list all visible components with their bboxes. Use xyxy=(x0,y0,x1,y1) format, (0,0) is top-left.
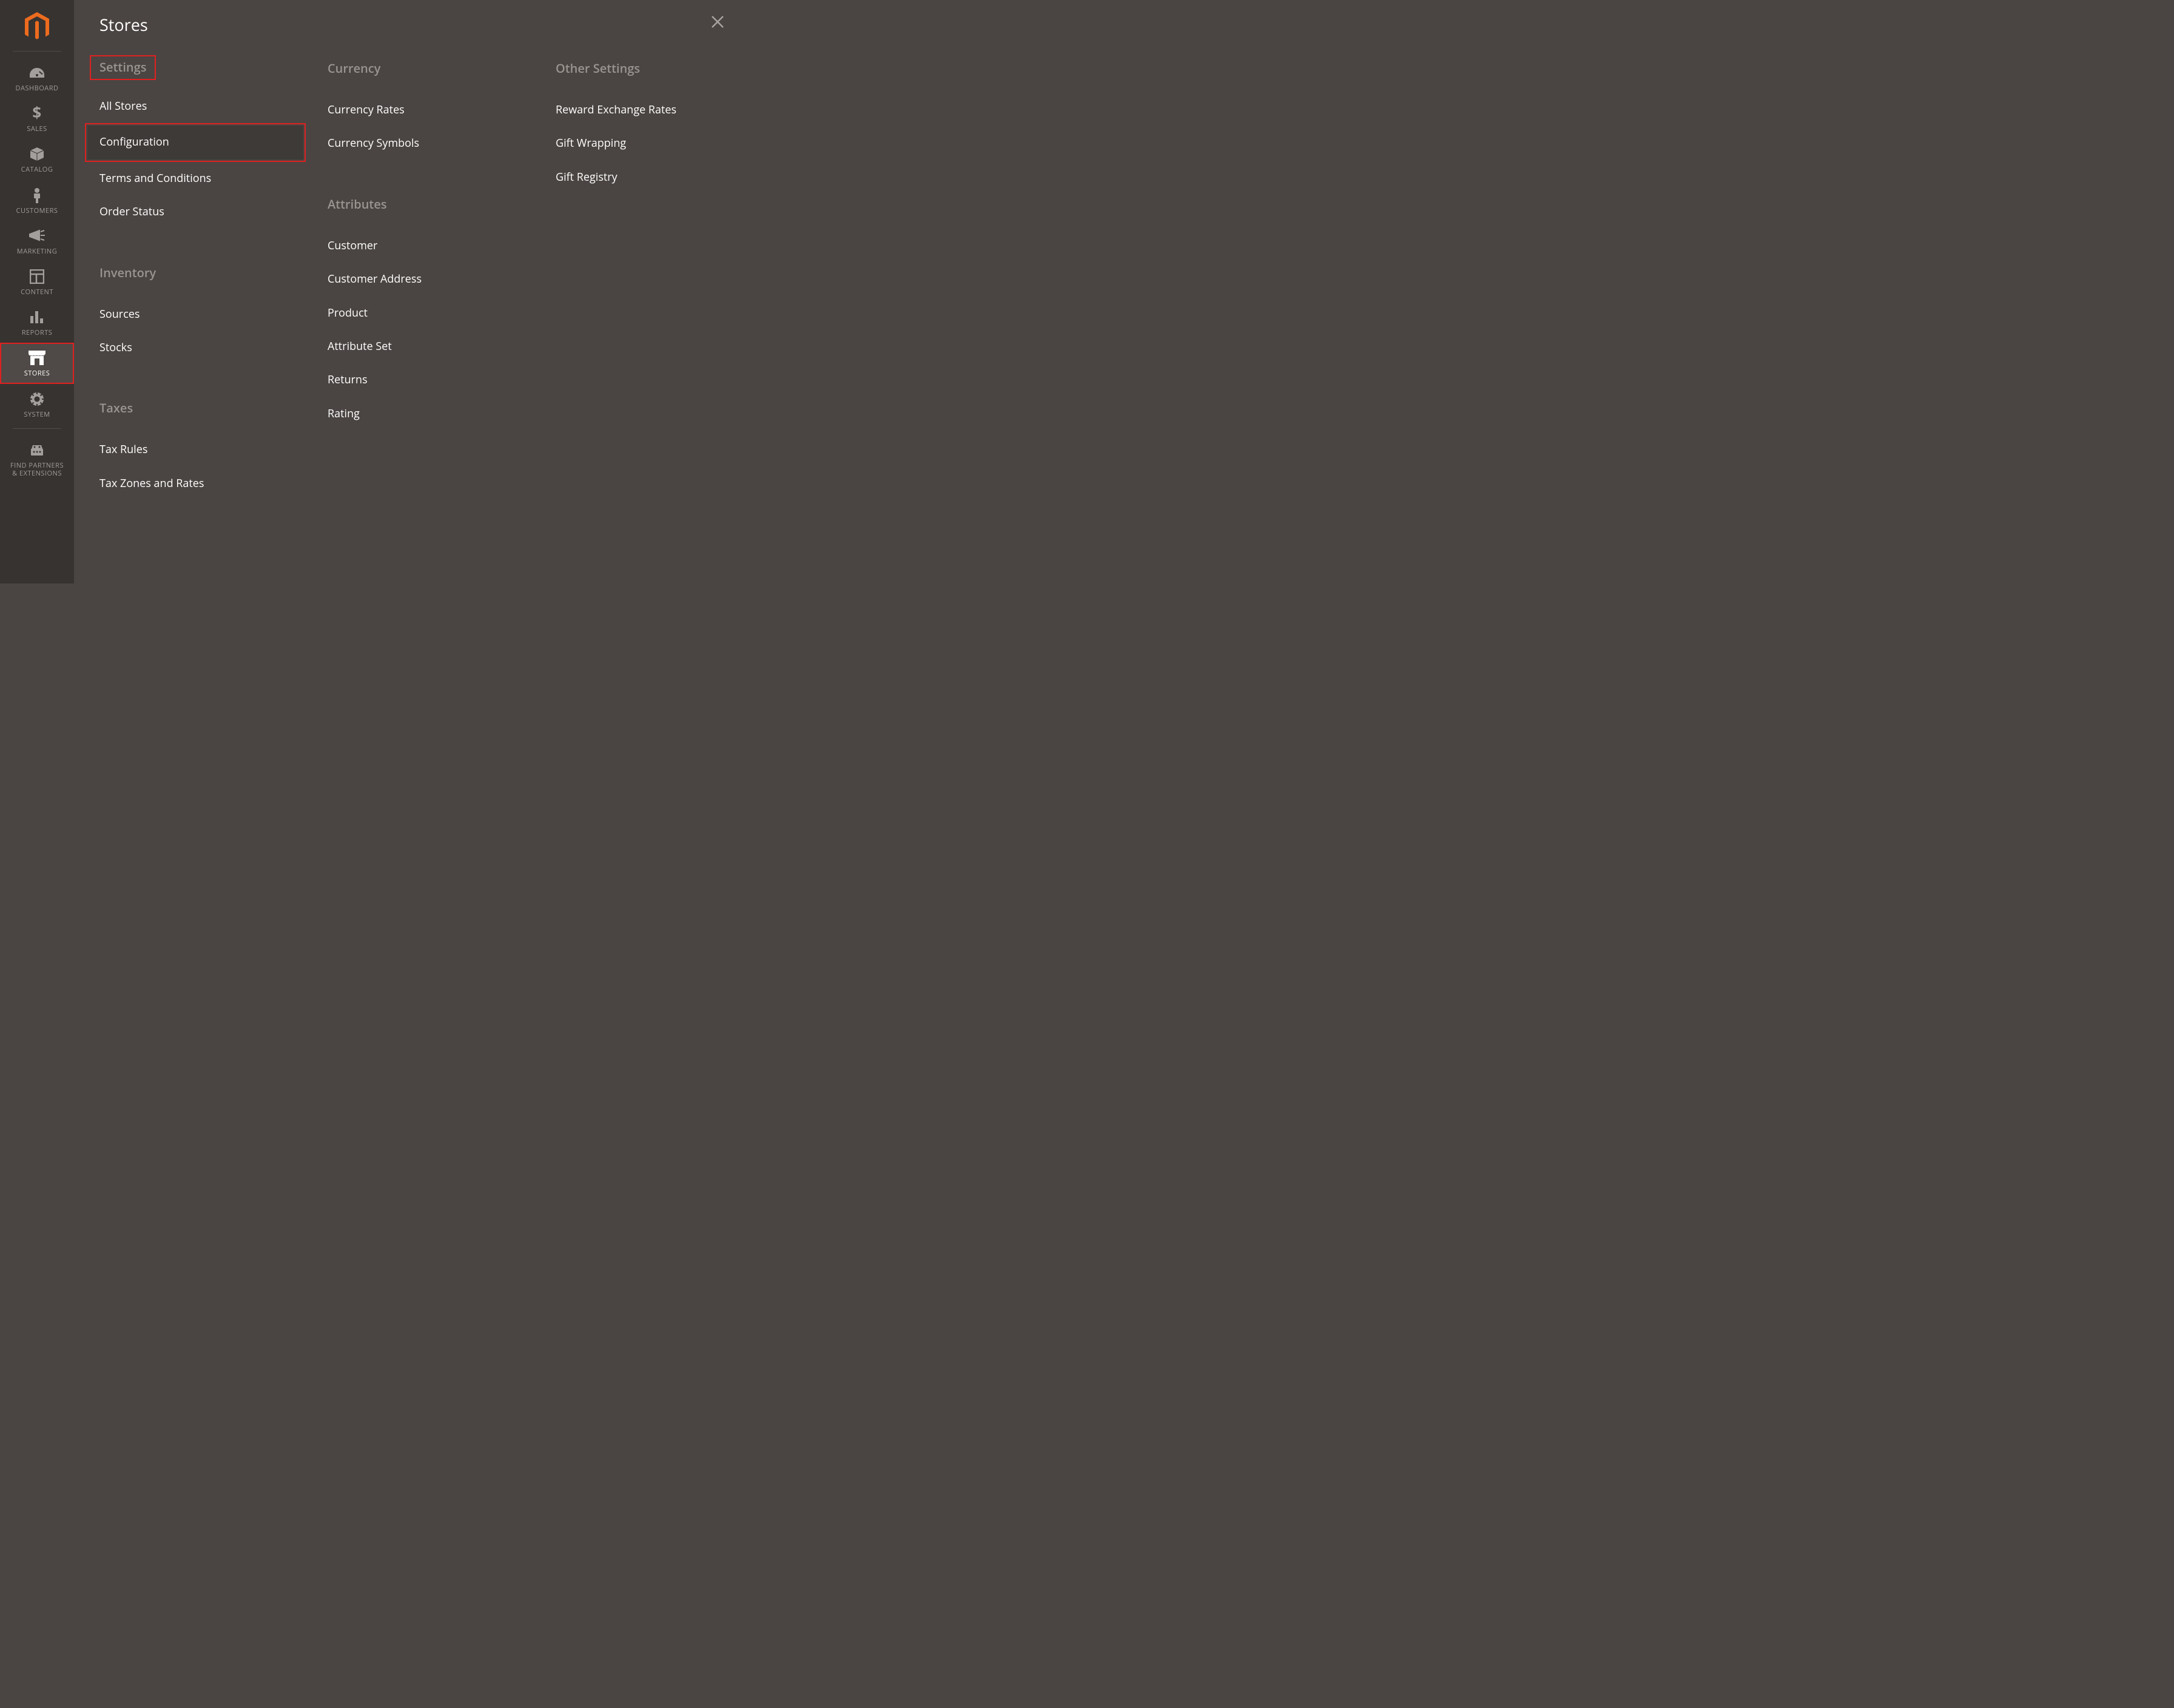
menu-gift-wrapping[interactable]: Gift Wrapping xyxy=(556,127,720,160)
nav-label: REPORTS xyxy=(22,329,52,337)
close-button[interactable] xyxy=(710,15,727,32)
nav-label: STORES xyxy=(24,369,50,377)
nav-customers[interactable]: CUSTOMERS xyxy=(0,180,74,221)
nav-label: CATALOG xyxy=(21,166,53,173)
group-title-taxes: Taxes xyxy=(99,400,328,416)
menu-attr-customer-address[interactable]: Customer Address xyxy=(328,263,556,296)
nav-label: DASHBOARD xyxy=(16,84,59,92)
nav-dashboard[interactable]: DASHBOARD xyxy=(0,58,74,98)
nav-stores[interactable]: STORES xyxy=(0,343,74,383)
sidebar-divider xyxy=(13,51,61,52)
group-title-currency: Currency xyxy=(328,60,556,76)
menu-stocks[interactable]: Stocks xyxy=(99,331,328,365)
nav-label: CUSTOMERS xyxy=(16,207,58,215)
menu-gift-registry[interactable]: Gift Registry xyxy=(556,161,720,194)
content-icon xyxy=(28,269,46,284)
admin-sidebar: DASHBOARD $ SALES CATALOG CUSTOMERS MARK… xyxy=(0,0,74,583)
nav-label: MARKETING xyxy=(17,247,57,255)
nav-system[interactable]: SYSTEM xyxy=(0,384,74,425)
menu-attr-returns[interactable]: Returns xyxy=(328,363,556,397)
sales-icon: $ xyxy=(28,106,46,121)
menu-currency-rates[interactable]: Currency Rates xyxy=(328,93,556,127)
svg-text:$: $ xyxy=(32,105,41,122)
group-title-other: Other Settings xyxy=(556,60,720,76)
flyout-columns: Settings All Stores Configuration Terms … xyxy=(99,58,720,500)
menu-tax-rules[interactable]: Tax Rules xyxy=(99,433,328,466)
flyout-col-2: Currency Currency Rates Currency Symbols… xyxy=(328,58,556,500)
menu-sources[interactable]: Sources xyxy=(99,298,328,331)
flyout-col-3: Other Settings Reward Exchange Rates Gif… xyxy=(556,58,720,500)
menu-terms-conditions[interactable]: Terms and Conditions xyxy=(99,162,328,195)
menu-attr-attribute-set[interactable]: Attribute Set xyxy=(328,330,556,363)
nav-label: FIND PARTNERS & EXTENSIONS xyxy=(10,462,64,477)
menu-attr-rating[interactable]: Rating xyxy=(328,397,556,431)
catalog-icon xyxy=(28,146,46,162)
magento-logo[interactable] xyxy=(22,0,52,51)
menu-all-stores[interactable]: All Stores xyxy=(99,90,328,123)
customers-icon xyxy=(28,187,46,203)
nav-label: CONTENT xyxy=(21,288,53,296)
group-title-settings: Settings xyxy=(91,56,155,79)
menu-configuration[interactable]: Configuration xyxy=(87,126,303,159)
app-root: DASHBOARD $ SALES CATALOG CUSTOMERS MARK… xyxy=(0,0,743,583)
flyout-col-1: Settings All Stores Configuration Terms … xyxy=(99,58,328,500)
nav-marketing[interactable]: MARKETING xyxy=(0,221,74,261)
menu-attr-customer[interactable]: Customer xyxy=(328,229,556,263)
nav-partners[interactable]: FIND PARTNERS & EXTENSIONS xyxy=(0,435,74,483)
menu-currency-symbols[interactable]: Currency Symbols xyxy=(328,127,556,160)
sidebar-divider xyxy=(13,428,61,429)
dashboard-icon xyxy=(28,65,46,81)
nav-label: SALES xyxy=(27,125,47,133)
menu-reward-exchange[interactable]: Reward Exchange Rates xyxy=(556,93,720,127)
group-title-attributes: Attributes xyxy=(328,196,556,212)
partners-icon xyxy=(28,442,46,458)
group-title-inventory: Inventory xyxy=(99,264,328,281)
flyout-title: Stores xyxy=(99,13,720,36)
nav-catalog[interactable]: CATALOG xyxy=(0,139,74,180)
nav-sales[interactable]: $ SALES xyxy=(0,98,74,139)
menu-order-status[interactable]: Order Status xyxy=(99,195,328,229)
nav-label: SYSTEM xyxy=(24,411,50,419)
close-icon xyxy=(710,15,727,29)
menu-attr-product[interactable]: Product xyxy=(328,297,556,330)
nav-reports[interactable]: REPORTS xyxy=(0,302,74,343)
reports-icon xyxy=(28,309,46,325)
stores-flyout-panel: Stores Settings All Stores Configuration… xyxy=(74,0,743,583)
highlight-configuration: Configuration xyxy=(86,124,305,160)
menu-tax-zones-rates[interactable]: Tax Zones and Rates xyxy=(99,467,328,500)
marketing-icon xyxy=(28,228,46,244)
system-icon xyxy=(28,391,46,407)
nav-content[interactable]: CONTENT xyxy=(0,261,74,302)
stores-icon xyxy=(28,350,46,366)
